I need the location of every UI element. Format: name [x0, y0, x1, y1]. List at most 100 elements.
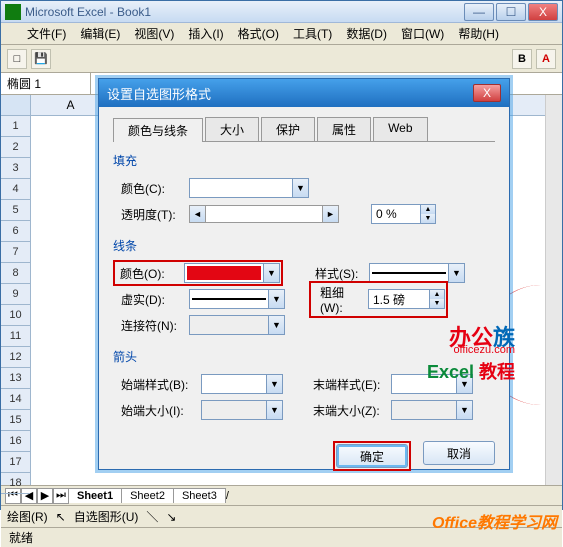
minimize-button[interactable]: —	[464, 3, 494, 21]
menubar: 文件(F) 编辑(E) 视图(V) 插入(I) 格式(O) 工具(T) 数据(D…	[1, 23, 562, 45]
tab-end-slash: /	[226, 490, 229, 502]
chevron-down-icon[interactable]: ▼	[266, 375, 282, 393]
slider-right-icon[interactable]: ►	[322, 206, 338, 222]
excel-app-icon	[5, 4, 21, 20]
row-header[interactable]: 16	[1, 431, 30, 452]
font-color-button[interactable]: A	[536, 49, 556, 69]
status-text: 就绪	[9, 529, 33, 546]
row-header[interactable]: 8	[1, 263, 30, 284]
dash-combo[interactable]: ▼	[189, 289, 285, 309]
dialog-title: 设置自选图形格式	[107, 84, 211, 103]
menu-format[interactable]: 格式(O)	[232, 23, 285, 44]
row-header[interactable]: 13	[1, 368, 30, 389]
dash-style-swatch	[192, 298, 266, 300]
tab-web[interactable]: Web	[373, 117, 427, 141]
fill-color-label: 颜色(C):	[113, 180, 183, 197]
bold-button[interactable]: B	[512, 49, 532, 69]
tab-nav-last-icon[interactable]: ⏭	[53, 488, 69, 504]
menu-window[interactable]: 窗口(W)	[395, 23, 450, 44]
spin-down-icon[interactable]: ▼	[429, 299, 444, 308]
standard-toolbar: □ 💾 B A	[1, 45, 562, 73]
begin-style-label: 始端样式(B):	[113, 376, 195, 393]
row-header[interactable]: 14	[1, 389, 30, 410]
row-header[interactable]: 7	[1, 242, 30, 263]
cancel-button[interactable]: 取消	[423, 441, 495, 465]
row-header[interactable]: 17	[1, 452, 30, 473]
tab-size[interactable]: 大小	[205, 117, 259, 141]
weight-label: 粗细(W):	[312, 284, 362, 315]
row-headers: 1 2 3 4 5 6 7 8 9 10 11 12 13 14 15 16 1…	[1, 95, 31, 485]
row-header[interactable]: 5	[1, 200, 30, 221]
spin-up-icon[interactable]: ▲	[420, 205, 435, 214]
sheet-tab-2[interactable]: Sheet2	[121, 488, 174, 503]
draw-menu[interactable]: 绘图(R)	[7, 508, 48, 525]
row-header[interactable]: 6	[1, 221, 30, 242]
end-size-combo: ▼	[391, 400, 473, 420]
menu-tools[interactable]: 工具(T)	[287, 23, 338, 44]
line-color-label: 颜色(O):	[116, 265, 178, 282]
transparency-value[interactable]	[372, 207, 420, 221]
line-tool-icon[interactable]: ＼	[146, 508, 158, 525]
close-button[interactable]: X	[528, 3, 558, 21]
menu-data[interactable]: 数据(D)	[340, 23, 393, 44]
titlebar: Microsoft Excel - Book1 — ☐ X	[1, 1, 562, 23]
window-title: Microsoft Excel - Book1	[25, 5, 464, 19]
row-header[interactable]: 3	[1, 158, 30, 179]
weight-spin[interactable]: ▲▼	[368, 289, 445, 309]
row-header[interactable]: 10	[1, 305, 30, 326]
name-box[interactable]: 椭圆 1	[1, 73, 91, 94]
row-header[interactable]: 9	[1, 284, 30, 305]
menu-file[interactable]: 文件(F)	[21, 23, 72, 44]
spin-down-icon[interactable]: ▼	[420, 214, 435, 223]
row-header[interactable]: 11	[1, 326, 30, 347]
autoshape-menu[interactable]: 自选图形(U)	[74, 508, 139, 525]
row-header[interactable]: 2	[1, 137, 30, 158]
chevron-down-icon: ▼	[456, 401, 472, 419]
tab-colors-lines[interactable]: 颜色与线条	[113, 118, 203, 142]
menu-insert[interactable]: 插入(I)	[182, 23, 229, 44]
new-button[interactable]: □	[7, 49, 27, 69]
row-header[interactable]: 4	[1, 179, 30, 200]
sheet-tab-3[interactable]: Sheet3	[173, 488, 226, 503]
chevron-down-icon: ▼	[266, 401, 282, 419]
pointer-icon[interactable]: ↖	[56, 510, 66, 524]
menu-view[interactable]: 视图(V)	[128, 23, 180, 44]
transparency-spin[interactable]: ▲▼	[371, 204, 436, 224]
line-group-label: 线条	[113, 237, 495, 254]
weight-value[interactable]	[369, 292, 429, 306]
save-button[interactable]: 💾	[31, 49, 51, 69]
begin-style-combo[interactable]: ▼	[201, 374, 283, 394]
chevron-down-icon[interactable]: ▼	[292, 179, 308, 197]
arrow-tool-icon[interactable]: ↘	[166, 510, 176, 524]
maximize-button[interactable]: ☐	[496, 3, 526, 21]
row-header[interactable]: 15	[1, 410, 30, 431]
slider-left-icon[interactable]: ◄	[190, 206, 206, 222]
tab-protection[interactable]: 保护	[261, 117, 315, 141]
tab-properties[interactable]: 属性	[317, 117, 371, 141]
connector-label: 连接符(N):	[113, 317, 183, 334]
transparency-slider[interactable]: ◄ ►	[189, 205, 339, 223]
connector-combo: ▼	[189, 315, 285, 335]
tab-nav-next-icon[interactable]: ▶	[37, 488, 53, 504]
fill-color-combo[interactable]: ▼	[189, 178, 309, 198]
select-all-corner[interactable]	[1, 95, 30, 116]
menu-edit[interactable]: 编辑(E)	[74, 23, 126, 44]
chevron-down-icon[interactable]: ▼	[263, 264, 279, 282]
dialog-titlebar: 设置自选图形格式 X	[99, 79, 509, 107]
row-header[interactable]: 1	[1, 116, 30, 137]
spin-up-icon[interactable]: ▲	[429, 290, 444, 299]
chevron-down-icon[interactable]: ▼	[268, 290, 284, 308]
sheet-tab-1[interactable]: Sheet1	[68, 488, 122, 503]
line-style-label: 样式(S):	[307, 265, 363, 282]
ok-button[interactable]: 确定	[336, 444, 408, 468]
watermark-excel: Excel 教程	[427, 358, 515, 384]
line-color-combo[interactable]: ▼	[184, 263, 280, 283]
vertical-scrollbar[interactable]	[545, 95, 562, 485]
dialog-close-button[interactable]: X	[473, 84, 501, 102]
chevron-down-icon[interactable]: ▼	[448, 264, 464, 282]
transparency-label: 透明度(T):	[113, 206, 183, 223]
row-header[interactable]: 12	[1, 347, 30, 368]
begin-size-combo: ▼	[201, 400, 283, 420]
menu-help[interactable]: 帮助(H)	[452, 23, 505, 44]
row-header[interactable]: 18	[1, 473, 30, 494]
